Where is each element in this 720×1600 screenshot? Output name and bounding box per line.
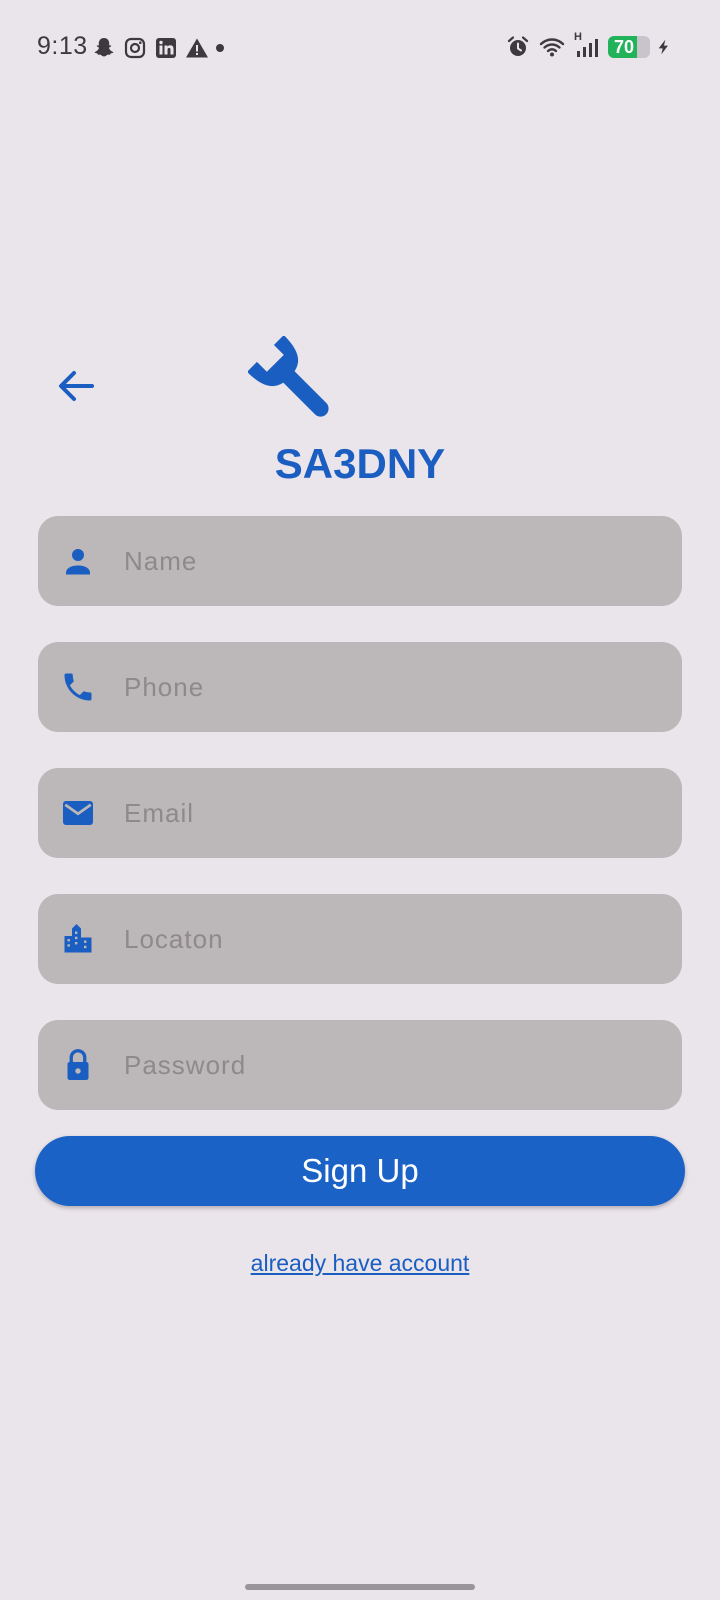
signup-screen: 9:13 H 70 SA3DNY Name Phone Email Locato… [0,0,720,1600]
arrow-back-icon [59,371,94,401]
phone-input[interactable] [124,671,644,703]
battery-indicator: 70 [608,36,650,58]
status-bar: 9:13 H 70 [0,30,720,64]
name-field[interactable] [38,516,682,606]
status-system-icons: H 70 [506,31,672,60]
home-indicator[interactable] [245,1584,475,1590]
email-field[interactable] [38,768,682,858]
back-button[interactable] [52,362,100,410]
name-input[interactable] [124,545,644,577]
app-title: SA3DNY [274,440,446,487]
snapchat-icon [94,38,114,57]
charging-bolt-icon [658,39,668,55]
login-link[interactable]: already have account [0,1250,720,1277]
status-time: 9:13 [37,32,88,60]
phone-field[interactable] [38,642,682,732]
phone-icon [64,673,92,701]
alarm-icon [507,36,529,56]
battery-level-text: 70 [614,37,635,57]
status-notification-icons [92,36,224,60]
password-input[interactable] [124,1049,644,1081]
wrench-icon [248,336,329,417]
email-input[interactable] [124,797,644,829]
location-field[interactable] [38,894,682,984]
wifi-icon [539,38,565,57]
more-notifications-dot [216,44,224,52]
password-field[interactable] [38,1020,682,1110]
sign-up-button[interactable]: Sign Up [35,1136,685,1206]
person-icon [66,549,90,575]
lock-icon [67,1049,89,1080]
linkedin-icon [156,38,176,58]
instagram-icon [124,37,146,59]
location-input[interactable] [124,923,644,955]
email-icon [63,801,93,825]
signal-icon: H [574,31,600,59]
warning-icon [186,38,208,58]
city-icon [64,924,92,953]
